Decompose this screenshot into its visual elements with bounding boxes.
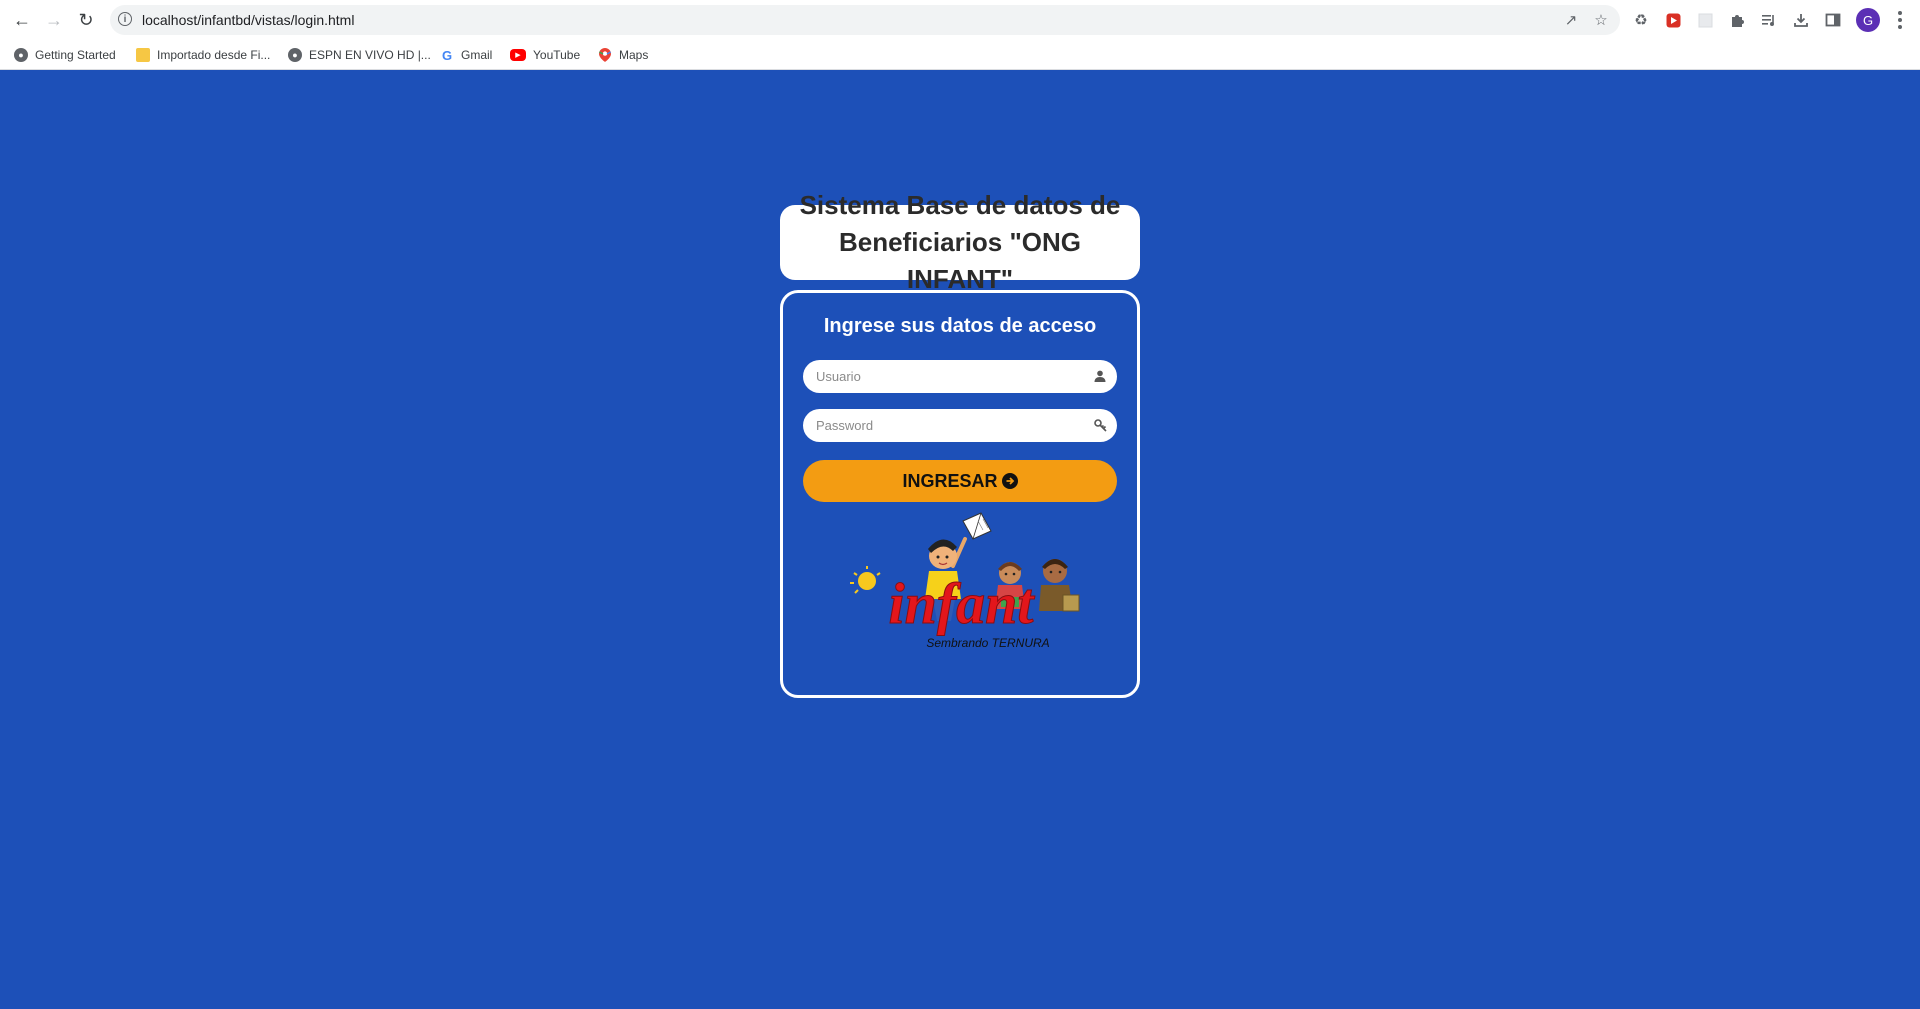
youtube-icon: ▶ [510, 49, 526, 61]
user-icon [1093, 369, 1107, 383]
media-control-icon[interactable] [1758, 9, 1780, 31]
url-text[interactable]: localhost/infantbd/vistas/login.html [142, 12, 354, 28]
forward-button[interactable]: → [42, 8, 66, 32]
back-button[interactable]: ← [10, 8, 34, 32]
address-bar[interactable]: i localhost/infantbd/vistas/login.html ↗… [110, 5, 1620, 35]
bookmark-label: Getting Started [35, 48, 116, 62]
google-icon: G [441, 47, 453, 63]
username-field-wrapper [803, 360, 1117, 393]
bookmark-getting-started[interactable]: ● Getting Started [14, 45, 116, 65]
bookmarks-bar: ● Getting Started Importado desde Fi... … [0, 40, 1920, 70]
logo-wordmark: infant [888, 571, 1035, 636]
reload-button[interactable]: ↻ [74, 8, 98, 32]
bookmark-label: Importado desde Fi... [157, 48, 271, 62]
login-heading: Ingrese sus datos de acceso [823, 315, 1097, 337]
bookmark-espn[interactable]: ● ESPN EN VIVO HD |... [288, 45, 431, 65]
side-panel-icon[interactable] [1822, 9, 1844, 31]
login-submit-label: INGRESAR [902, 470, 998, 491]
extensions-puzzle-icon[interactable] [1726, 9, 1748, 31]
maps-pin-icon [598, 48, 612, 62]
extension-placeholder-icon[interactable] [1694, 9, 1716, 31]
book-icon [962, 512, 992, 540]
bookmark-star-icon[interactable]: ☆ [1592, 11, 1610, 29]
globe-icon: ● [288, 48, 302, 62]
bookmark-youtube[interactable]: ▶ YouTube [510, 45, 580, 65]
bookmark-importado[interactable]: Importado desde Fi... [136, 45, 270, 65]
bookmark-label: Maps [619, 48, 649, 62]
sun-icon [850, 566, 881, 594]
password-field-wrapper [803, 409, 1117, 442]
video-extension-icon[interactable] [1662, 9, 1684, 31]
bookmark-label: ESPN EN VIVO HD |... [309, 48, 431, 62]
recycle-extension-icon[interactable]: ♻ [1630, 9, 1652, 31]
infant-logo: infant Sembrando TERNURA [850, 512, 1080, 650]
bookmark-maps[interactable]: Maps [598, 45, 648, 65]
login-page: Sistema Base de datos de Beneficiarios "… [0, 70, 1920, 1009]
login-submit-button[interactable]: INGRESAR [803, 460, 1117, 502]
browser-toolbar: ← → ↻ i localhost/infantbd/vistas/login.… [0, 0, 1920, 40]
profile-avatar[interactable]: G [1856, 8, 1880, 32]
bookmark-label: YouTube [533, 48, 581, 62]
password-input[interactable] [803, 409, 1083, 442]
browser-menu-icon[interactable] [1892, 8, 1908, 32]
key-icon [1093, 418, 1107, 432]
site-info-icon[interactable]: i [118, 12, 132, 26]
child-figure-3 [1039, 559, 1080, 612]
bookmark-label: Gmail [461, 48, 493, 62]
globe-icon: ● [14, 48, 28, 62]
page-title: Sistema Base de datos de Beneficiarios "… [799, 190, 1121, 294]
logo-tagline: Sembrando TERNURA [926, 636, 1049, 650]
system-title-card: Sistema Base de datos de Beneficiarios "… [780, 190, 1140, 294]
downloads-icon[interactable] [1790, 9, 1812, 31]
arrow-circle-right-icon [1001, 473, 1018, 489]
username-input[interactable] [803, 360, 1083, 393]
login-form-card: Ingrese sus datos de acceso INGRESAR [780, 290, 1140, 698]
bookmark-gmail[interactable]: G Gmail [440, 45, 492, 65]
share-icon[interactable]: ↗ [1562, 11, 1580, 29]
folder-icon [136, 48, 150, 62]
